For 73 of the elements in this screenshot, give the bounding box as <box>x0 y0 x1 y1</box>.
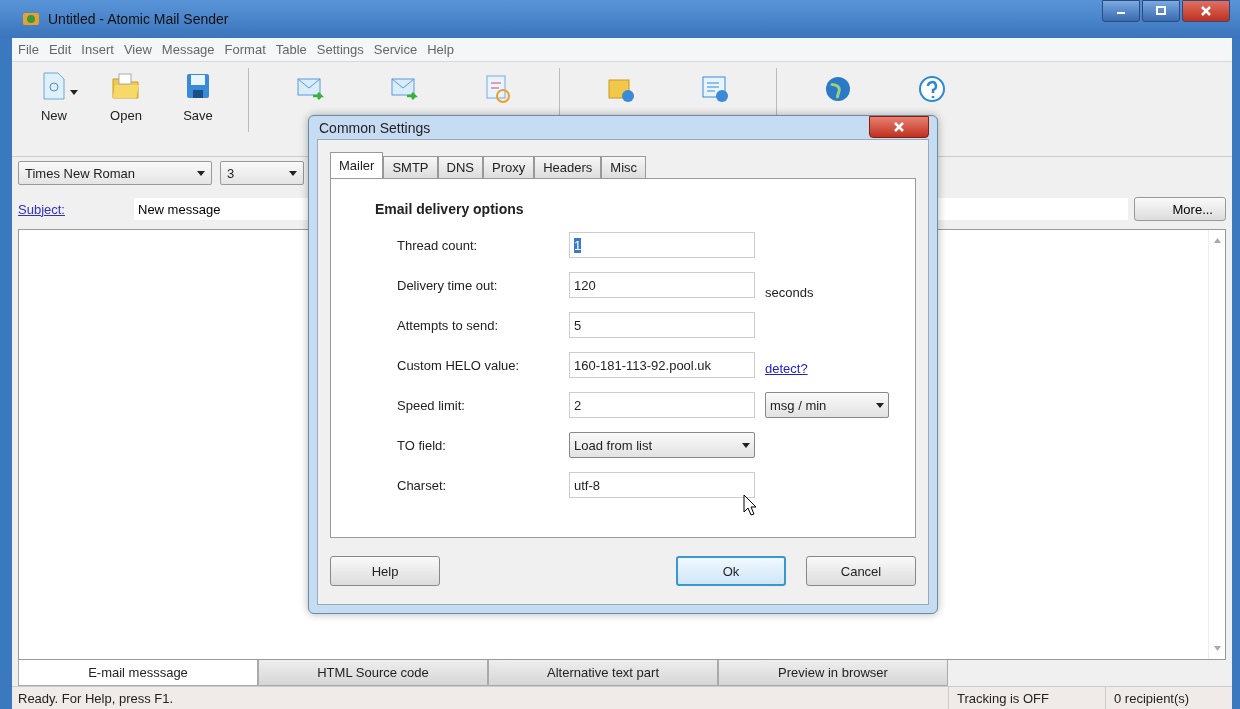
dialog-button[interactable]: Help <box>330 556 440 586</box>
dialog-button[interactable]: Ok <box>676 556 786 586</box>
mouse-cursor-icon <box>743 494 757 516</box>
toolbar-button[interactable]: New <box>18 68 90 125</box>
font-size-dropdown[interactable]: 3 <box>220 161 304 185</box>
maximize-icon <box>1156 6 1166 16</box>
menu-item[interactable]: Format <box>224 42 266 57</box>
subject-link[interactable]: Subject: <box>18 201 128 217</box>
settings-tab[interactable]: Misc <box>601 156 647 178</box>
menu-item[interactable]: Message <box>161 42 215 57</box>
dropdown[interactable]: Load from list <box>569 432 755 458</box>
dialog-button[interactable]: Cancel <box>806 556 916 586</box>
caret-icon <box>742 442 750 448</box>
scroll-up-icon[interactable] <box>1213 238 1221 243</box>
input-field[interactable]: utf-8 <box>569 472 755 498</box>
field-label: TO field: <box>397 437 447 453</box>
menu-item[interactable]: Settings <box>316 42 364 57</box>
font-dropdown[interactable]: Times New Roman <box>18 161 212 185</box>
status-message: Ready. For Help, press F1. <box>17 690 175 706</box>
menu-item[interactable]: File <box>18 42 39 57</box>
menu-item[interactable]: View <box>123 42 152 57</box>
dialog-title: Common Settings <box>319 119 431 136</box>
unit-dropdown[interactable]: msg / min <box>765 392 889 418</box>
editor-tab[interactable]: E-mail messsage <box>18 660 258 686</box>
input-field[interactable]: 160-181-113-92.pool.uk <box>569 352 755 378</box>
field-label: Thread count: <box>397 237 479 253</box>
input-field[interactable]: 2 <box>569 392 755 418</box>
settings-tab[interactable]: Proxy <box>483 156 535 178</box>
window-title: Untitled - Atomic Mail Sender <box>48 11 229 27</box>
caret-icon <box>289 170 297 176</box>
field-label: Delivery time out: <box>397 277 499 293</box>
settings-tab[interactable]: Mailer <box>330 152 384 178</box>
toolbar-button[interactable]: Save <box>162 68 234 125</box>
field-label: Attempts to send: <box>397 317 500 333</box>
toolbar-button[interactable]: Open <box>90 68 162 125</box>
maximize-button[interactable] <box>1142 0 1180 22</box>
globe-icon[interactable] <box>823 74 853 104</box>
caret-icon <box>197 170 205 176</box>
recipient-count: 0 recipient(s) <box>1105 687 1232 709</box>
section-heading: Email delivery options <box>375 201 525 217</box>
field-label: Custom HELO value: <box>397 357 521 373</box>
minimize-button[interactable] <box>1102 0 1140 22</box>
menu-item[interactable]: Edit <box>48 42 72 57</box>
close-button[interactable] <box>1182 0 1230 22</box>
input-field[interactable]: 5 <box>569 312 755 338</box>
document-icon <box>41 71 67 101</box>
close-icon <box>1201 6 1211 16</box>
tracking-status: Tracking is OFF <box>948 687 1105 709</box>
checklist-icon[interactable] <box>483 74 513 104</box>
scroll-down-icon[interactable] <box>1213 646 1221 651</box>
input-field[interactable]: 120 <box>569 272 755 298</box>
caret-icon <box>876 402 884 408</box>
detect-link[interactable]: detect? <box>765 360 808 376</box>
menu-item[interactable]: Insert <box>81 42 114 57</box>
input-field[interactable]: 1 <box>569 232 755 258</box>
menu-item[interactable]: Service <box>373 42 418 57</box>
field-label: Charset: <box>397 477 448 493</box>
menu-item[interactable]: Table <box>275 42 307 57</box>
editor-tab[interactable]: Alternative text part <box>488 660 718 686</box>
help-icon[interactable] <box>917 74 947 104</box>
close-icon <box>893 122 905 132</box>
settings-tab[interactable]: Headers <box>534 156 602 178</box>
editor-tab[interactable]: HTML Source code <box>258 660 488 686</box>
editor-tab[interactable]: Preview in browser <box>718 660 948 686</box>
settings-tab[interactable]: DNS <box>437 156 483 178</box>
app-icon <box>22 11 40 27</box>
menu-item[interactable]: Help <box>427 42 454 57</box>
settings-tab[interactable]: SMTP <box>383 156 438 178</box>
unit-label: seconds <box>765 284 814 300</box>
more-button[interactable]: More... <box>1134 197 1226 221</box>
field-label: Speed limit: <box>397 397 466 413</box>
folder-icon <box>111 71 141 101</box>
close-button[interactable] <box>869 116 929 138</box>
